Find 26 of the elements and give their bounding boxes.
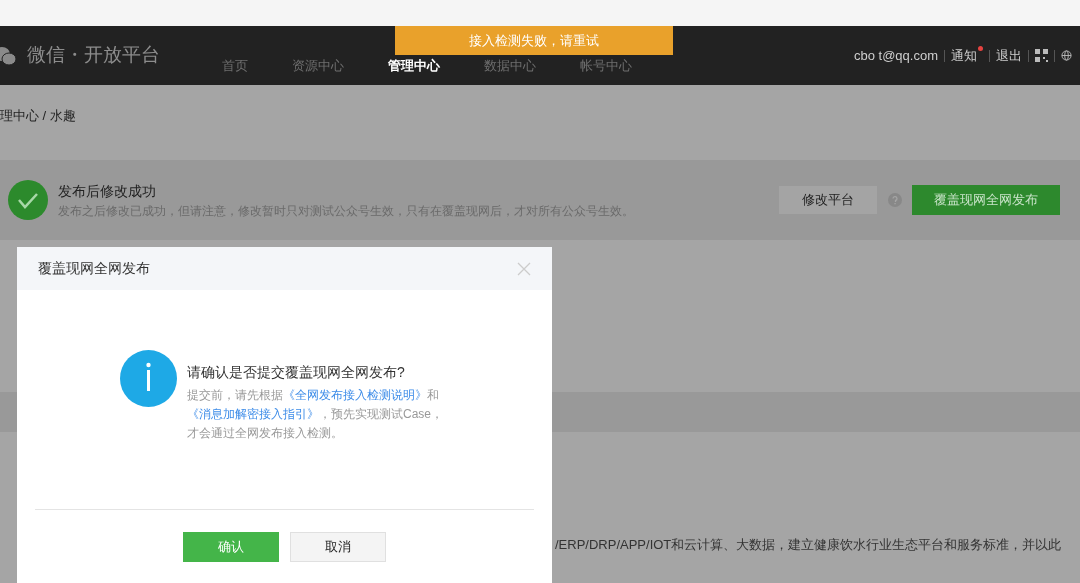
info-icon xyxy=(120,350,177,407)
dialog-heading: 请确认是否提交覆盖现网全网发布? xyxy=(187,363,406,382)
guide-link[interactable]: 《全网发布接入检测说明》 xyxy=(283,388,427,402)
status-title: 发布后修改成功 xyxy=(58,181,157,201)
logo-text[interactable]: 微信・开放平台 xyxy=(27,41,160,70)
cancel-button[interactable]: 取消 xyxy=(290,532,386,562)
account-email: cbo t@qq.com xyxy=(854,46,938,65)
nav-tab[interactable]: 资源中心 xyxy=(270,55,366,75)
edit-platform-button[interactable]: 修改平台 xyxy=(778,185,878,215)
nav-tab[interactable]: 数据中心 xyxy=(462,55,558,75)
publish-button[interactable]: 覆盖现网全网发布 xyxy=(912,185,1060,215)
nav-tab[interactable]: 帐号中心 xyxy=(558,55,654,75)
error-toast: 接入检测失败，请重试 xyxy=(395,26,673,55)
notifications-link[interactable]: 通知 xyxy=(951,45,983,66)
globe-icon[interactable] xyxy=(1061,50,1072,61)
guide-link[interactable]: 《消息加解密接入指引》 xyxy=(187,407,319,421)
dialog-title: 覆盖现网全网发布 xyxy=(38,259,150,278)
check-circle-icon xyxy=(8,180,48,220)
nav-tab[interactable]: 管理中心 xyxy=(366,55,462,75)
dialog-description: 提交前，请先根据《全网发布接入检测说明》和 《消息加解密接入指引》，预先实现测试Case，才会通过全网发布接入检测。 xyxy=(187,387,444,442)
logout-link[interactable]: 退出 xyxy=(996,45,1022,66)
qr-code-icon[interactable] xyxy=(1035,49,1048,62)
confirm-button[interactable]: 确认 xyxy=(183,532,279,562)
breadcrumb: 理中心 / 水趣 xyxy=(0,108,76,123)
body-text: /ERP/DRP/APP/IOT和云计算、大数据，建立健康饮水行业生态平台和服务标准，并以此 xyxy=(555,537,1062,552)
nav-tab[interactable]: 首页 xyxy=(200,55,270,75)
